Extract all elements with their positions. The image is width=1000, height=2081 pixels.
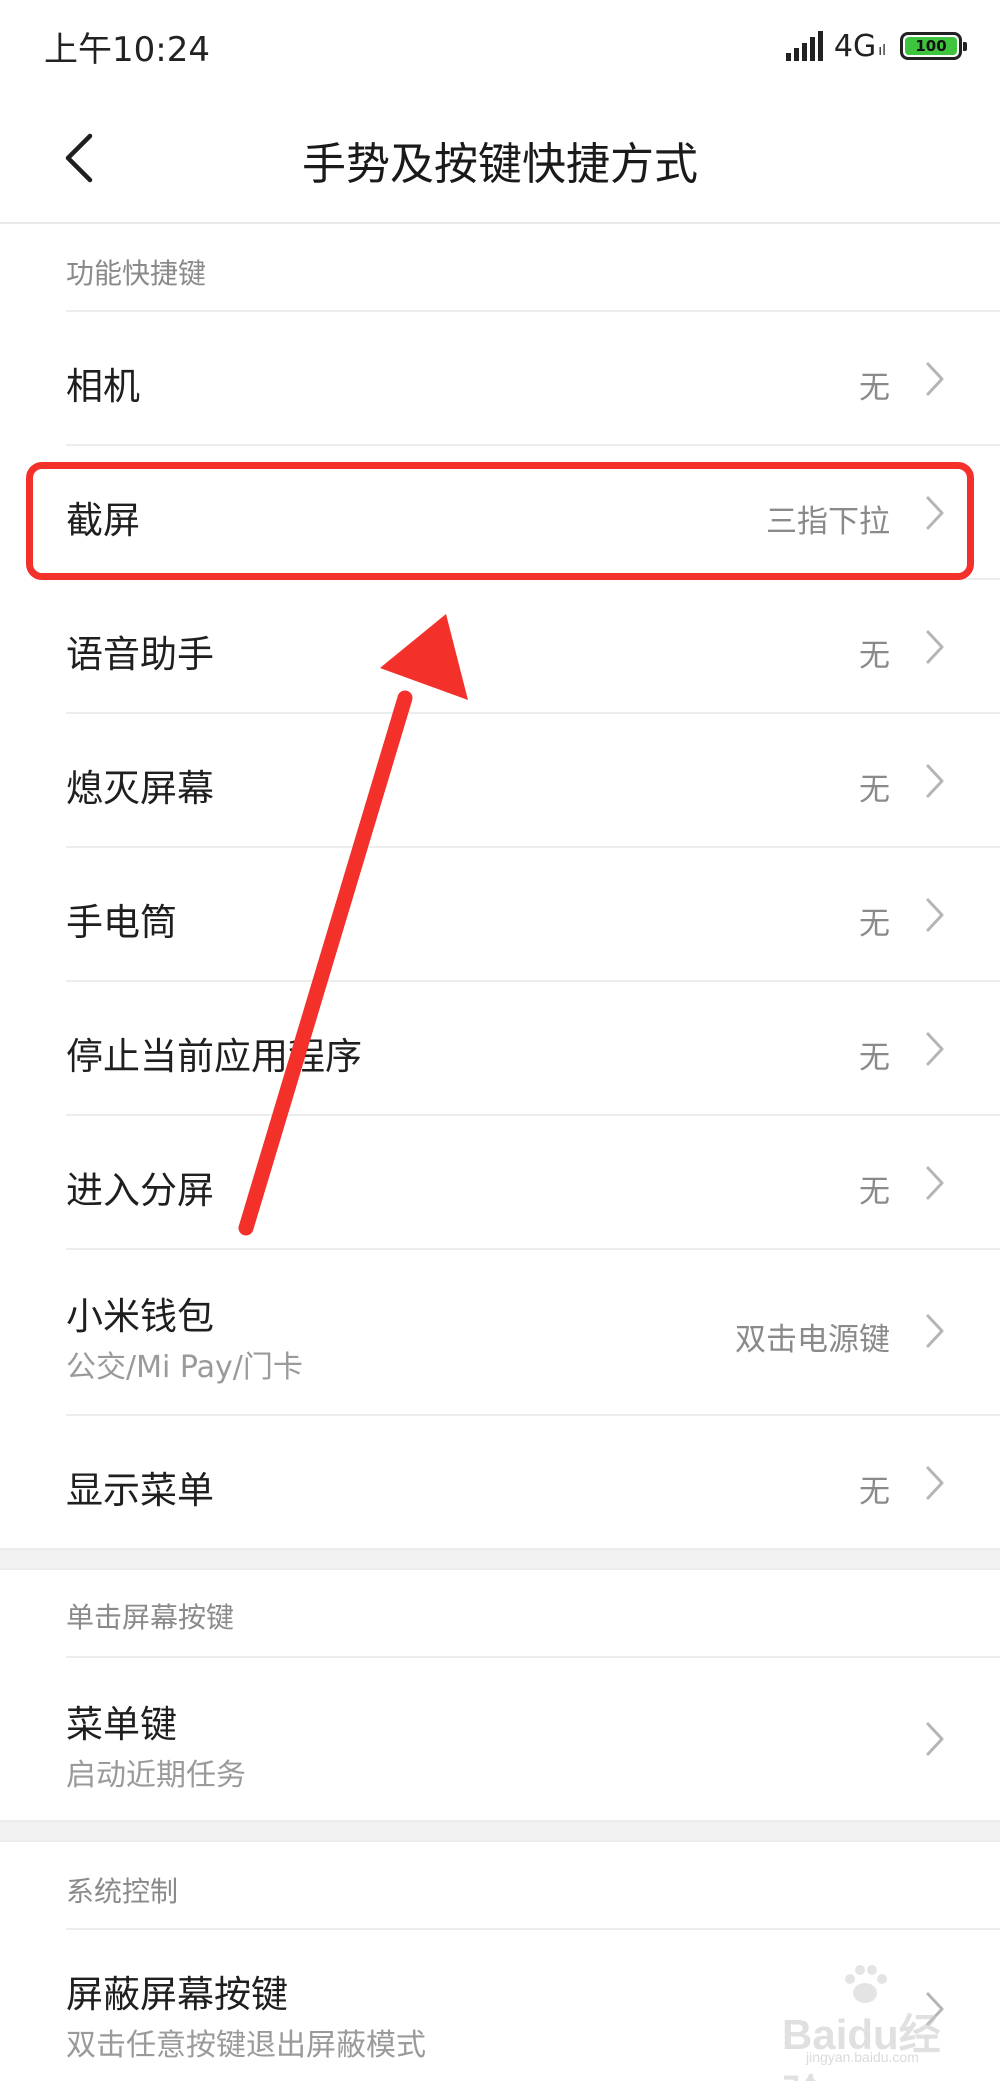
setting-row-stop-app[interactable]: 停止当前应用程序 无: [0, 982, 1000, 1116]
row-subtitle: 公交/Mi Pay/门卡: [66, 1350, 303, 1385]
network-type: 4G: [833, 28, 877, 64]
battery-icon: 100: [900, 32, 967, 60]
section-separator: [0, 1820, 1000, 1842]
chevron-right-icon: [926, 1722, 944, 1756]
battery-level: 100: [905, 37, 957, 55]
section-header-system-control: 系统控制: [66, 1875, 179, 1908]
setting-row-split-screen[interactable]: 进入分屏 无: [0, 1116, 1000, 1250]
row-title: 手电筒: [66, 901, 177, 944]
row-title: 屏蔽屏幕按键: [66, 1973, 288, 2016]
row-value: 无: [859, 906, 890, 942]
setting-row-camera[interactable]: 相机 无: [0, 312, 1000, 446]
setting-row-show-menu[interactable]: 显示菜单 无: [0, 1416, 1000, 1550]
row-value: 无: [859, 1474, 890, 1510]
chevron-right-icon: [926, 362, 944, 396]
setting-row-flashlight[interactable]: 手电筒 无: [0, 848, 1000, 982]
row-title: 菜单键: [66, 1703, 177, 1746]
setting-row-mi-wallet[interactable]: 小米钱包 公交/Mi Pay/门卡 双击电源键: [0, 1250, 1000, 1416]
section-divider: [66, 310, 1000, 312]
chevron-right-icon: [926, 1032, 944, 1066]
row-value: 无: [859, 1040, 890, 1076]
row-title: 显示菜单: [66, 1469, 214, 1512]
watermark-text: Baidu经验: [782, 2011, 941, 2081]
data-activity-icon: ıl: [878, 43, 886, 59]
row-value: 无: [859, 772, 890, 808]
setting-row-voice-assistant[interactable]: 语音助手 无: [0, 580, 1000, 714]
section-header-function-shortcuts: 功能快捷键: [66, 257, 207, 290]
section-separator: [0, 1548, 1000, 1570]
row-value: 无: [859, 638, 890, 674]
row-title: 小米钱包: [66, 1295, 214, 1338]
status-icons: 4G ıl 100: [785, 26, 967, 66]
chevron-right-icon: [926, 1166, 944, 1200]
row-title: 进入分屏: [66, 1169, 214, 1212]
settings-page: 上午10:24 4G ıl 100 手势及按键快捷方式 功能快捷键 相机 无 截…: [0, 0, 1000, 2081]
row-title: 语音助手: [66, 633, 214, 676]
row-value: 无: [859, 370, 890, 406]
chevron-right-icon: [926, 1466, 944, 1500]
section-header-screen-buttons: 单击屏幕按键: [66, 1601, 235, 1634]
chevron-right-icon: [926, 898, 944, 932]
setting-row-menu-key[interactable]: 菜单键 启动近期任务: [0, 1658, 1000, 1822]
status-time: 上午10:24: [44, 30, 210, 70]
row-title: 相机: [66, 365, 140, 408]
page-title: 手势及按键快捷方式: [302, 139, 698, 190]
row-subtitle: 双击任意按键退出屏蔽模式: [66, 2028, 426, 2063]
row-title: 停止当前应用程序: [66, 1035, 362, 1078]
header: 手势及按键快捷方式: [0, 90, 1000, 224]
chevron-right-icon: [926, 764, 944, 798]
watermark-url: jingyan.baidu.com: [806, 2049, 919, 2065]
row-subtitle: 启动近期任务: [66, 1758, 246, 1793]
chevron-right-icon: [926, 630, 944, 664]
row-title: 熄灭屏幕: [66, 767, 214, 810]
status-bar: 上午10:24 4G ıl 100: [0, 0, 1000, 90]
highlight-box: [26, 462, 974, 580]
row-value: 双击电源键: [735, 1322, 890, 1358]
chevron-right-icon: [926, 1314, 944, 1348]
setting-row-screen-off[interactable]: 熄灭屏幕 无: [0, 714, 1000, 848]
row-value: 无: [859, 1174, 890, 1210]
baidu-watermark: Baidu经验 jingyan.baidu.com: [752, 1963, 952, 2081]
signal-icon: [785, 31, 823, 61]
